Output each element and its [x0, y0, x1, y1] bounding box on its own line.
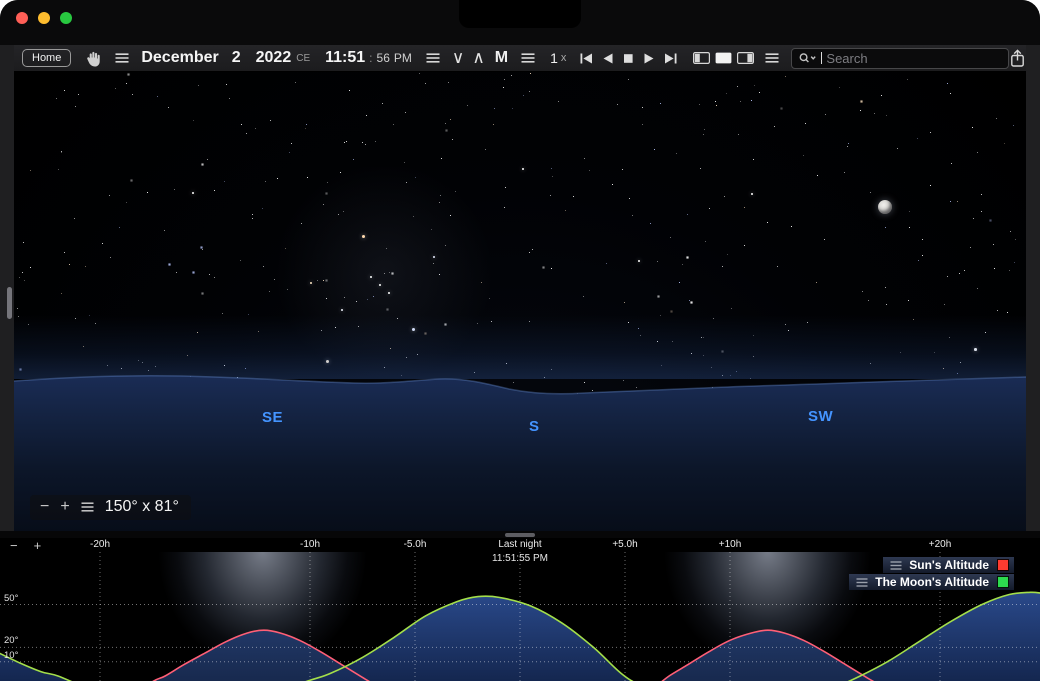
- search-input[interactable]: [826, 51, 1002, 66]
- m-toggle-button[interactable]: M: [495, 49, 508, 67]
- view-menu-icon[interactable]: [765, 53, 779, 63]
- x-tick-label: +10h: [719, 539, 742, 550]
- x-tick-label: -5.0h: [404, 539, 427, 550]
- fov-menu-icon[interactable]: [81, 502, 94, 512]
- fov-control: − + 150° x 81°: [30, 495, 191, 520]
- playback-menu-icon[interactable]: [521, 53, 535, 63]
- time-hours-minutes[interactable]: 11:51: [325, 49, 365, 67]
- horizon-silhouette: [14, 72, 1026, 531]
- legend-color-swatch: [997, 559, 1009, 571]
- x-tick-label: +20h: [929, 539, 952, 550]
- window-edge-grip[interactable]: [7, 287, 12, 319]
- time-ampm[interactable]: PM: [394, 51, 412, 65]
- search-icon: [798, 52, 817, 64]
- playback-speed-unit: x: [561, 52, 567, 64]
- play-reverse-icon[interactable]: [601, 53, 614, 64]
- sky-view[interactable]: SE S SW − + 150° x 81°: [14, 72, 1026, 531]
- fov-zoom-out-button[interactable]: −: [40, 499, 49, 515]
- y-tick-label: 50°: [4, 593, 18, 604]
- date-year[interactable]: 2022: [256, 49, 292, 67]
- window-controls: [16, 12, 72, 24]
- date-day[interactable]: 2: [232, 49, 241, 67]
- share-icon[interactable]: [1009, 49, 1026, 68]
- compass-label-se: SE: [262, 409, 283, 426]
- home-button[interactable]: Home: [22, 49, 71, 67]
- moon[interactable]: [878, 200, 892, 214]
- legend-drag-handle-icon[interactable]: [890, 561, 902, 570]
- panel-divider: [0, 531, 1040, 538]
- date-menu-icon[interactable]: [115, 53, 129, 63]
- x-tick-label: -10h: [300, 539, 320, 550]
- x-tick-label: -20h: [90, 539, 110, 550]
- camera-notch: [459, 0, 581, 28]
- graph-legend: Sun's Altitude The Moon's Altitude: [849, 557, 1014, 590]
- compass-label-sw: SW: [808, 408, 833, 425]
- y-tick-label: 10°: [4, 650, 18, 661]
- main-toolbar: Home December 2 2022 CE 11:51 : 56 PM ∨ …: [14, 45, 1026, 72]
- legend-series-label: Sun's Altitude: [909, 558, 989, 572]
- legend-drag-handle-icon[interactable]: [856, 578, 868, 587]
- altitude-graph-panel[interactable]: − + -20h -10h -5.0h Last night +5.0h +10h +20h…: [0, 538, 1040, 681]
- graph-zoom-in-button[interactable]: +: [34, 538, 42, 553]
- close-window-button[interactable]: [16, 12, 28, 24]
- app-window: Home December 2 2022 CE 11:51 : 56 PM ∨ …: [0, 0, 1040, 681]
- date-era[interactable]: CE: [296, 53, 310, 64]
- titlebar: [0, 0, 1040, 45]
- search-field[interactable]: [791, 48, 1009, 69]
- compass-label-s: S: [529, 418, 540, 435]
- graph-zoom-controls: − +: [10, 538, 41, 553]
- layout-right-panel-icon[interactable]: [737, 52, 754, 64]
- y-tick-label: 20°: [4, 635, 18, 646]
- fov-value: 150° x 81°: [105, 498, 179, 516]
- legend-row[interactable]: Sun's Altitude: [883, 557, 1014, 573]
- time-separator: :: [369, 51, 372, 65]
- layout-center-panel-icon[interactable]: [715, 52, 732, 64]
- playback-speed-value[interactable]: 1: [550, 50, 558, 66]
- step-down-chevron-icon[interactable]: ∨: [452, 48, 464, 68]
- play-icon[interactable]: [643, 53, 656, 64]
- x-tick-label: +5.0h: [612, 539, 637, 550]
- skip-to-start-icon[interactable]: [580, 53, 593, 64]
- zoom-window-button[interactable]: [60, 12, 72, 24]
- skip-to-end-icon[interactable]: [664, 53, 677, 64]
- legend-series-label: The Moon's Altitude: [875, 575, 989, 589]
- x-tick-label: Last night: [498, 539, 541, 550]
- minimize-window-button[interactable]: [38, 12, 50, 24]
- stop-icon[interactable]: [622, 53, 635, 64]
- legend-color-swatch: [997, 576, 1009, 588]
- text-cursor: [821, 52, 822, 64]
- legend-row[interactable]: The Moon's Altitude: [849, 574, 1014, 590]
- current-time-label: 11:51:55 PM: [492, 553, 548, 564]
- step-up-chevron-icon[interactable]: ∧: [472, 48, 484, 68]
- graph-zoom-out-button[interactable]: −: [10, 538, 18, 553]
- panel-resize-handle[interactable]: [505, 533, 535, 537]
- time-seconds[interactable]: 56: [377, 51, 390, 65]
- pan-hand-icon[interactable]: [85, 50, 101, 67]
- time-menu-icon[interactable]: [426, 53, 440, 63]
- layout-left-panel-icon[interactable]: [693, 52, 710, 64]
- fov-zoom-in-button[interactable]: +: [60, 499, 69, 515]
- date-month[interactable]: December: [141, 49, 218, 67]
